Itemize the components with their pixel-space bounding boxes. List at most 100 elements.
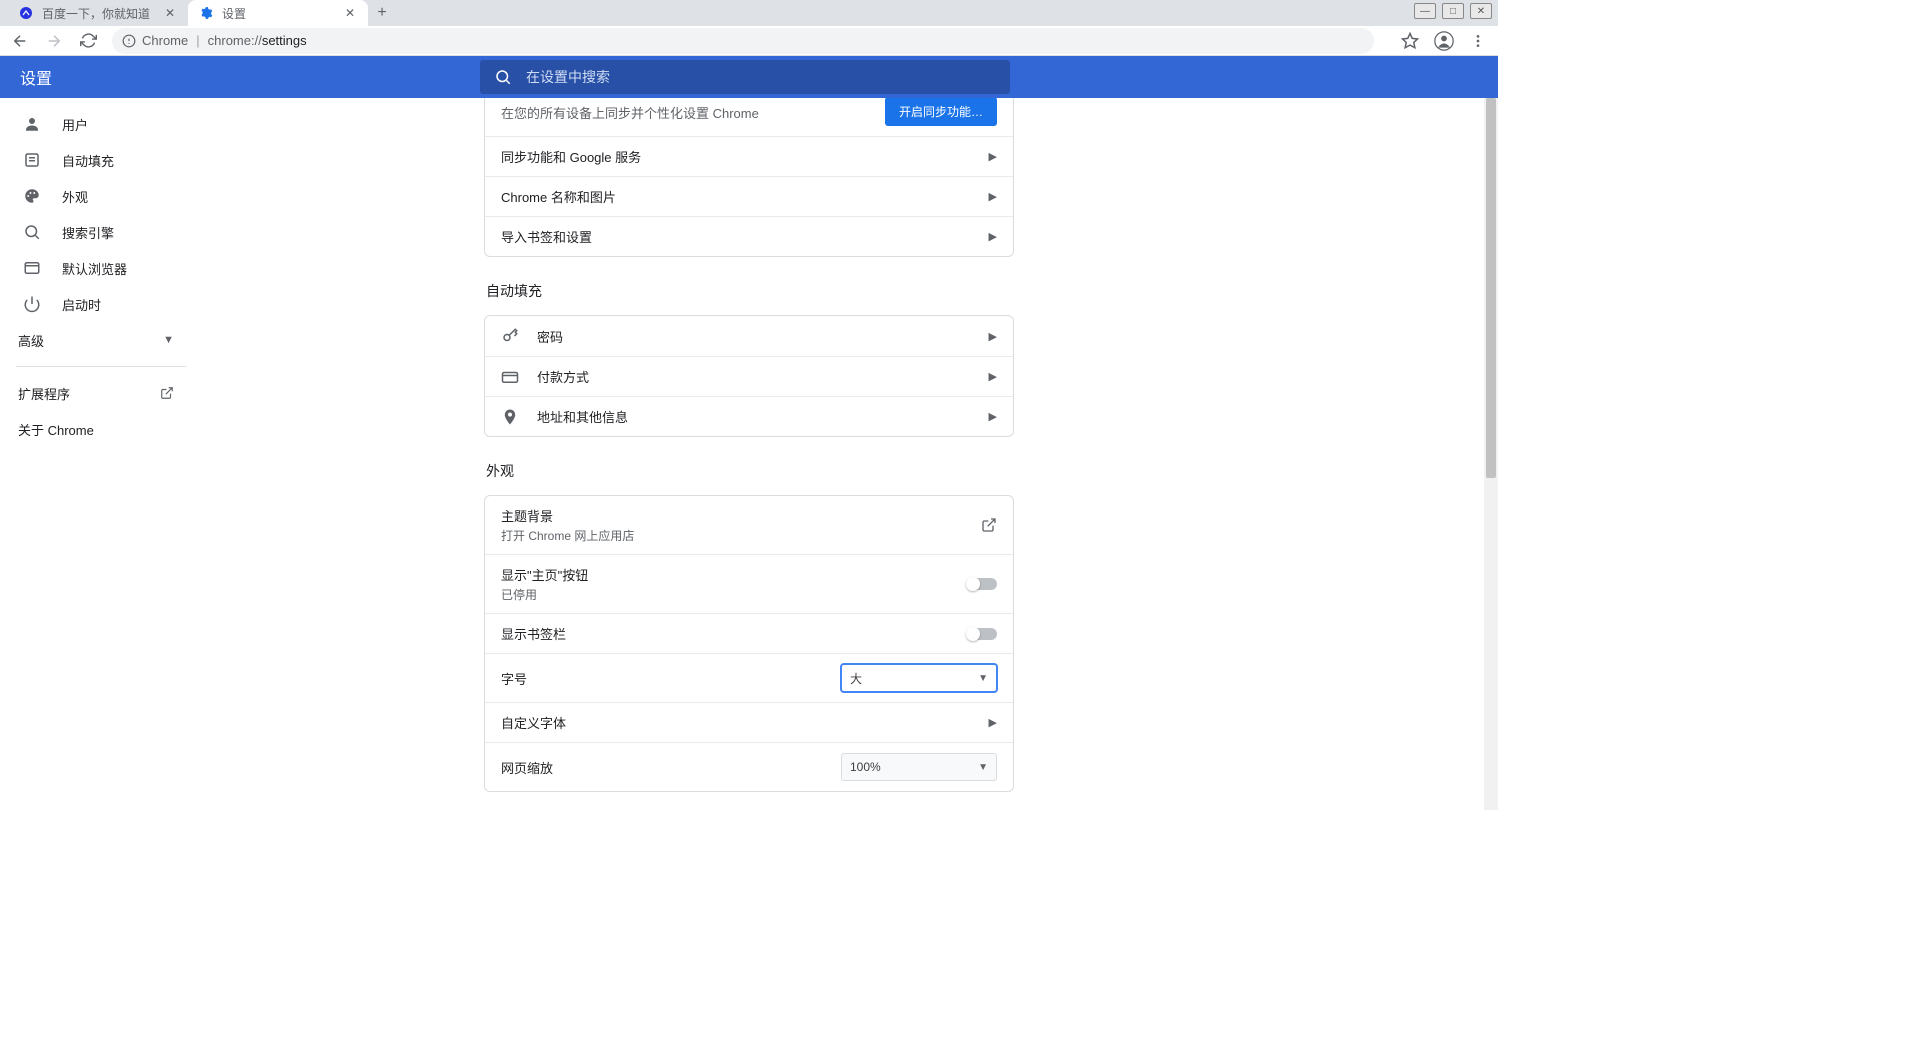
row-label: 地址和其他信息 xyxy=(537,407,628,426)
sidebar-item-search-engine[interactable]: 搜索引擎 xyxy=(0,214,200,250)
settings-search-input[interactable] xyxy=(526,69,996,85)
sidebar-extensions-link[interactable]: 扩展程序 xyxy=(0,375,200,411)
browser-tab-strip: 百度一下，你就知道 ✕ 设置 ✕ + — □ ✕ xyxy=(0,0,1498,26)
section-title-appearance: 外观 xyxy=(486,461,1014,481)
settings-sidebar: 用户 自动填充 外观 搜索引擎 默认浏览器 启动时 高级 ▼ 扩展程序 xyxy=(0,98,200,810)
home-button-title: 显示"主页"按钮 xyxy=(501,565,588,584)
sync-services-row[interactable]: 同步功能和 Google 服务 ▶ xyxy=(485,136,1013,176)
custom-font-row[interactable]: 自定义字体 ▶ xyxy=(485,702,1013,742)
location-icon xyxy=(501,408,519,426)
scrollbar-track[interactable] xyxy=(1484,98,1498,810)
sidebar-item-label: 自动填充 xyxy=(62,151,114,170)
sidebar-item-label: 启动时 xyxy=(62,295,101,314)
enable-sync-button[interactable]: 开启同步功能… xyxy=(885,98,997,126)
advanced-label: 高级 xyxy=(18,331,44,350)
page-zoom-value: 100% xyxy=(850,760,881,774)
reload-button[interactable] xyxy=(78,31,98,51)
user-section-card: 在您的所有设备上同步并个性化设置 Chrome 开启同步功能… 同步功能和 Go… xyxy=(484,98,1014,257)
dropdown-arrow-icon: ▼ xyxy=(978,762,988,773)
about-label: 关于 Chrome xyxy=(18,420,94,439)
forward-button[interactable] xyxy=(44,31,64,51)
font-size-dropdown[interactable]: 大 ▼ xyxy=(841,664,997,692)
page-zoom-row: 网页缩放 100% ▼ xyxy=(485,742,1013,791)
external-link-icon xyxy=(981,517,997,533)
url-path: settings xyxy=(262,33,307,48)
page-zoom-dropdown[interactable]: 100% ▼ xyxy=(841,753,997,781)
chevron-right-icon: ▶ xyxy=(989,330,997,343)
external-link-icon xyxy=(160,386,174,400)
sidebar-item-label: 用户 xyxy=(62,115,88,134)
extensions-label: 扩展程序 xyxy=(18,384,70,403)
row-label: 同步功能和 Google 服务 xyxy=(501,147,641,166)
font-size-label: 字号 xyxy=(501,669,527,688)
font-size-row: 字号 大 ▼ xyxy=(485,653,1013,702)
sidebar-item-label: 外观 xyxy=(62,187,88,206)
scrollbar-thumb[interactable] xyxy=(1486,98,1496,478)
close-icon[interactable]: ✕ xyxy=(342,5,358,21)
font-size-value: 大 xyxy=(850,670,862,687)
address-bar: Chrome | chrome://settings xyxy=(0,26,1498,56)
browser-icon xyxy=(22,259,42,277)
chrome-name-row[interactable]: Chrome 名称和图片 ▶ xyxy=(485,176,1013,216)
sidebar-item-default-browser[interactable]: 默认浏览器 xyxy=(0,250,200,286)
section-title-autofill: 自动填充 xyxy=(486,281,1014,301)
chevron-right-icon: ▶ xyxy=(989,716,997,729)
chevron-right-icon: ▶ xyxy=(989,410,997,423)
page-zoom-label: 网页缩放 xyxy=(501,758,553,777)
close-window-button[interactable]: ✕ xyxy=(1470,3,1492,19)
addresses-row[interactable]: 地址和其他信息 ▶ xyxy=(485,396,1013,436)
omnibox-separator: | xyxy=(196,33,199,48)
profile-avatar-icon[interactable] xyxy=(1434,31,1454,51)
appearance-section-card: 主题背景 打开 Chrome 网上应用店 显示"主页"按钮 已停用 显示书签栏 xyxy=(484,495,1014,792)
sidebar-item-appearance[interactable]: 外观 xyxy=(0,178,200,214)
sidebar-item-label: 搜索引擎 xyxy=(62,223,114,242)
settings-search-box[interactable] xyxy=(480,60,1010,94)
baidu-favicon-icon xyxy=(18,5,34,21)
passwords-row[interactable]: 密码 ▶ xyxy=(485,316,1013,356)
url-scheme: chrome:// xyxy=(208,33,262,48)
security-label: Chrome xyxy=(142,33,188,48)
back-button[interactable] xyxy=(10,31,30,51)
import-bookmarks-row[interactable]: 导入书签和设置 ▶ xyxy=(485,216,1013,256)
new-tab-button[interactable]: + xyxy=(368,0,396,26)
site-info-icon[interactable]: Chrome xyxy=(122,33,188,48)
bookmarks-bar-label: 显示书签栏 xyxy=(501,624,566,643)
chevron-right-icon: ▶ xyxy=(989,230,997,243)
sidebar-item-on-startup[interactable]: 启动时 xyxy=(0,286,200,322)
key-icon xyxy=(501,327,519,345)
chevron-right-icon: ▶ xyxy=(989,370,997,383)
browser-tab-settings[interactable]: 设置 ✕ xyxy=(188,0,368,26)
close-icon[interactable]: ✕ xyxy=(162,5,178,21)
payment-methods-row[interactable]: 付款方式 ▶ xyxy=(485,356,1013,396)
tab-title: 设置 xyxy=(222,5,334,22)
row-label: 密码 xyxy=(537,327,563,346)
home-button-sub: 已停用 xyxy=(501,586,588,603)
sidebar-about-chrome[interactable]: 关于 Chrome xyxy=(0,411,200,447)
credit-card-icon xyxy=(501,368,519,386)
search-icon xyxy=(494,68,512,86)
theme-row[interactable]: 主题背景 打开 Chrome 网上应用店 xyxy=(485,496,1013,554)
sync-row: 在您的所有设备上同步并个性化设置 Chrome 开启同步功能… xyxy=(485,98,1013,136)
sidebar-item-user[interactable]: 用户 xyxy=(0,106,200,142)
browser-tab-baidu[interactable]: 百度一下，你就知道 ✕ xyxy=(8,0,188,26)
gear-icon xyxy=(198,5,214,21)
show-bookmarks-toggle[interactable] xyxy=(967,628,997,640)
search-icon xyxy=(22,223,42,241)
sidebar-item-autofill[interactable]: 自动填充 xyxy=(0,142,200,178)
theme-subtitle: 打开 Chrome 网上应用店 xyxy=(501,527,634,544)
minimize-button[interactable]: — xyxy=(1414,3,1436,19)
page-title: 设置 xyxy=(20,65,480,89)
maximize-button[interactable]: □ xyxy=(1442,3,1464,19)
bookmark-star-icon[interactable] xyxy=(1400,31,1420,51)
sidebar-item-label: 默认浏览器 xyxy=(62,259,127,278)
show-home-button-row: 显示"主页"按钮 已停用 xyxy=(485,554,1013,613)
theme-title: 主题背景 xyxy=(501,506,634,525)
tab-title: 百度一下，你就知道 xyxy=(42,5,154,22)
sidebar-divider xyxy=(16,366,186,367)
sync-subtitle: 在您的所有设备上同步并个性化设置 Chrome xyxy=(501,103,759,122)
dropdown-arrow-icon: ▼ xyxy=(978,673,988,684)
omnibox[interactable]: Chrome | chrome://settings xyxy=(112,28,1374,54)
show-home-toggle[interactable] xyxy=(967,578,997,590)
menu-icon[interactable] xyxy=(1468,31,1488,51)
sidebar-advanced-toggle[interactable]: 高级 ▼ xyxy=(0,322,200,358)
